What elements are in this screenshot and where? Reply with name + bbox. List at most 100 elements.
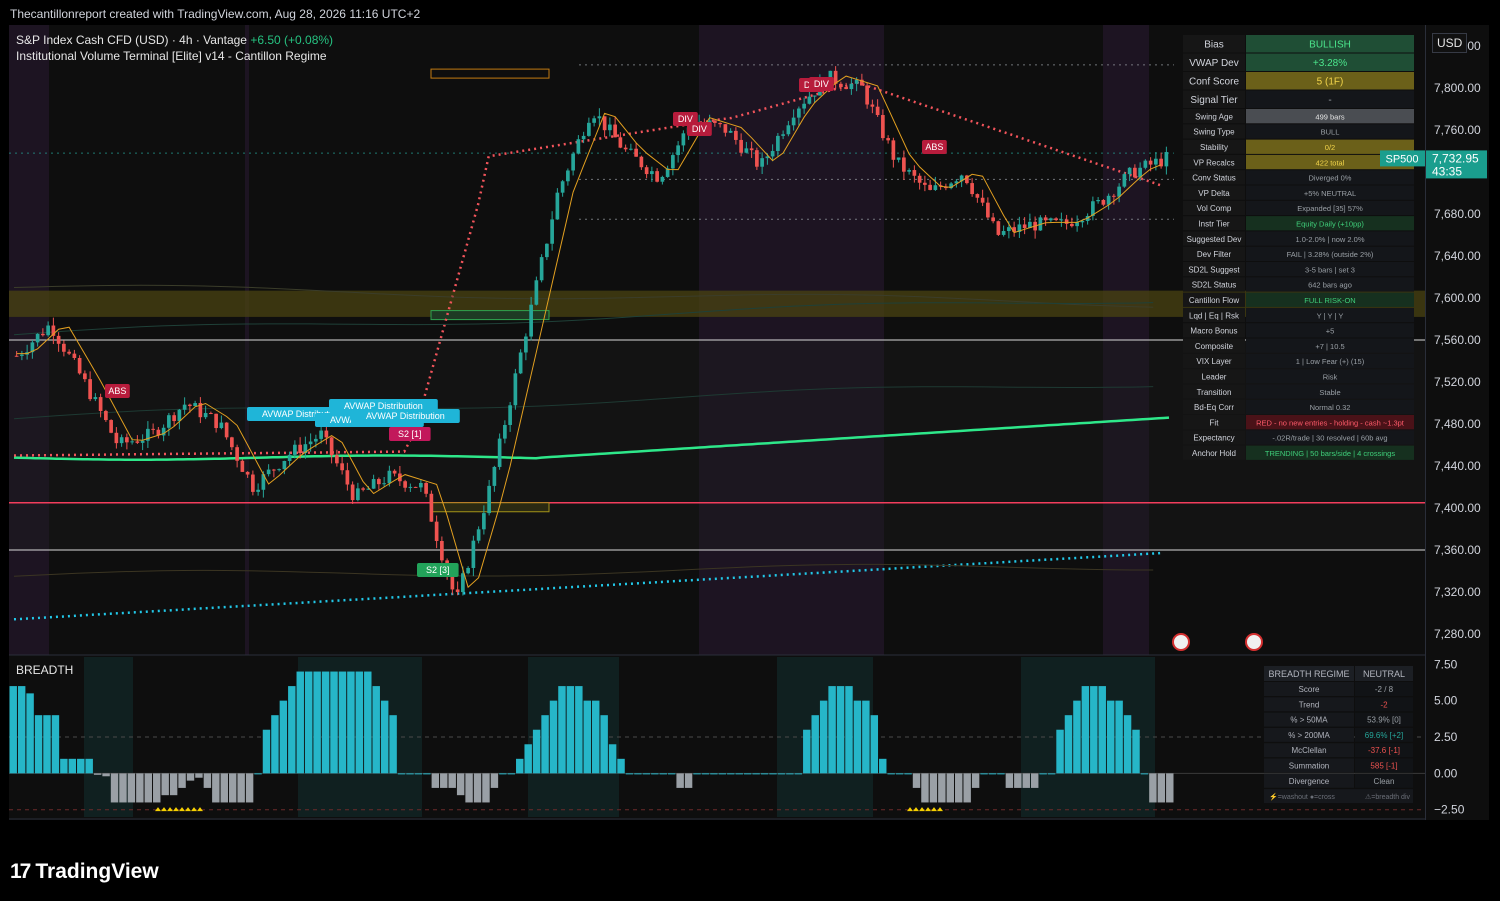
breadth-bar[interactable] xyxy=(1014,773,1022,788)
candle-body[interactable] xyxy=(135,441,140,443)
candle-body[interactable] xyxy=(172,415,176,422)
candle-body[interactable] xyxy=(534,280,539,305)
breadth-bar[interactable] xyxy=(1005,773,1014,788)
candle-body[interactable] xyxy=(335,455,339,464)
breadth-bar[interactable] xyxy=(431,773,440,788)
breadth-bar[interactable] xyxy=(1123,715,1132,774)
candle-body[interactable] xyxy=(240,460,245,472)
candle-body[interactable] xyxy=(1070,223,1074,227)
breadth-bar[interactable] xyxy=(904,773,912,775)
breadth-bar[interactable] xyxy=(1157,773,1166,803)
candle-body[interactable] xyxy=(571,153,575,171)
breadth-bar[interactable] xyxy=(93,773,102,775)
breadth-bar[interactable] xyxy=(524,744,532,774)
candle-body[interactable] xyxy=(387,470,392,484)
breadth-bar[interactable] xyxy=(313,671,321,774)
breadth-bar[interactable] xyxy=(490,773,499,788)
candle-body[interactable] xyxy=(518,352,523,374)
breadth-bar[interactable] xyxy=(338,671,347,774)
breadth-bar[interactable] xyxy=(634,773,642,775)
breadth-bar[interactable] xyxy=(9,686,17,774)
candle-body[interactable] xyxy=(324,430,329,438)
candle-body[interactable] xyxy=(214,413,218,429)
candle-body[interactable] xyxy=(245,471,250,475)
candle-body[interactable] xyxy=(660,176,665,182)
breadth-bar[interactable] xyxy=(499,773,507,775)
candle-body[interactable] xyxy=(466,567,470,574)
breadth-bar[interactable] xyxy=(566,686,575,774)
candle-body[interactable] xyxy=(797,108,801,118)
candle-body[interactable] xyxy=(634,148,638,157)
breadth-bar[interactable] xyxy=(153,773,161,803)
candle-body[interactable] xyxy=(72,353,77,358)
breadth-bar[interactable] xyxy=(895,773,904,775)
candle-body[interactable] xyxy=(629,148,633,150)
breadth-bar[interactable] xyxy=(279,700,288,774)
breadth-bar[interactable] xyxy=(330,671,338,774)
signal-abs-1[interactable]: ABS xyxy=(105,384,130,398)
breadth-bar[interactable] xyxy=(710,773,718,775)
candle-body[interactable] xyxy=(508,405,512,425)
breadth-bar[interactable] xyxy=(929,773,938,803)
candle-body[interactable] xyxy=(125,437,129,443)
candle-body[interactable] xyxy=(345,470,350,485)
candle-body[interactable] xyxy=(996,221,1001,235)
candle-body[interactable] xyxy=(193,403,197,407)
candle-body[interactable] xyxy=(1059,219,1064,221)
candle-body[interactable] xyxy=(408,486,413,488)
candle-body[interactable] xyxy=(41,333,45,336)
breadth-bar[interactable] xyxy=(17,686,26,774)
candle-body[interactable] xyxy=(749,148,754,151)
breadth-bar[interactable] xyxy=(862,700,870,774)
candle-body[interactable] xyxy=(492,466,497,486)
candle-body[interactable] xyxy=(88,379,92,400)
candle-body[interactable] xyxy=(1106,195,1111,205)
candle-body[interactable] xyxy=(177,409,182,422)
breadth-bar[interactable] xyxy=(26,693,34,774)
candle-body[interactable] xyxy=(35,333,40,343)
candle-body[interactable] xyxy=(93,397,98,400)
candle-body[interactable] xyxy=(1143,160,1148,168)
candle-body[interactable] xyxy=(655,171,659,182)
candle-body[interactable] xyxy=(1001,231,1006,235)
candle-body[interactable] xyxy=(902,157,906,172)
candle-body[interactable] xyxy=(1007,227,1011,232)
us-flag-event-icon[interactable] xyxy=(1172,633,1190,651)
candle-body[interactable] xyxy=(896,157,901,160)
candle-body[interactable] xyxy=(1148,160,1153,165)
breadth-bar[interactable] xyxy=(203,773,212,788)
candle-body[interactable] xyxy=(812,95,817,97)
candle-body[interactable] xyxy=(839,83,843,88)
breadth-bar[interactable] xyxy=(642,773,651,775)
candle-body[interactable] xyxy=(140,440,145,443)
candle-body[interactable] xyxy=(608,124,612,131)
candle-body[interactable] xyxy=(256,489,260,492)
candle-body[interactable] xyxy=(602,116,607,131)
candle-body[interactable] xyxy=(886,138,890,141)
chart-area[interactable]: S2 [1]S2 [3]ABSABSDIVDIVDIVDIVAVWAP Dist… xyxy=(9,25,1425,840)
breadth-bar[interactable] xyxy=(51,715,60,774)
breadth-bar[interactable] xyxy=(1098,686,1106,774)
candle-body[interactable] xyxy=(807,96,812,104)
breadth-bar[interactable] xyxy=(988,773,997,775)
breadth-bar[interactable] xyxy=(364,671,372,774)
breadth-bar[interactable] xyxy=(178,773,186,788)
candle-body[interactable] xyxy=(482,513,486,530)
candle-body[interactable] xyxy=(293,444,297,455)
candle-body[interactable] xyxy=(298,444,302,454)
breadth-bar[interactable] xyxy=(912,773,921,788)
breadth-bar[interactable] xyxy=(304,671,313,774)
candle-body[interactable] xyxy=(429,493,434,522)
breadth-bar[interactable] xyxy=(245,773,254,803)
candle-body[interactable] xyxy=(555,192,560,220)
breadth-bar[interactable] xyxy=(752,773,760,775)
candle-body[interactable] xyxy=(870,104,875,107)
candle-body[interactable] xyxy=(865,85,869,105)
breadth-pane-title[interactable]: BREADTH xyxy=(16,663,73,677)
breadth-bar[interactable] xyxy=(195,773,203,778)
candle-body[interactable] xyxy=(1127,167,1132,175)
candle-body[interactable] xyxy=(1122,174,1127,187)
candle-body[interactable] xyxy=(671,155,675,169)
breadth-bar[interactable] xyxy=(1166,773,1174,803)
candle-body[interactable] xyxy=(424,482,428,494)
